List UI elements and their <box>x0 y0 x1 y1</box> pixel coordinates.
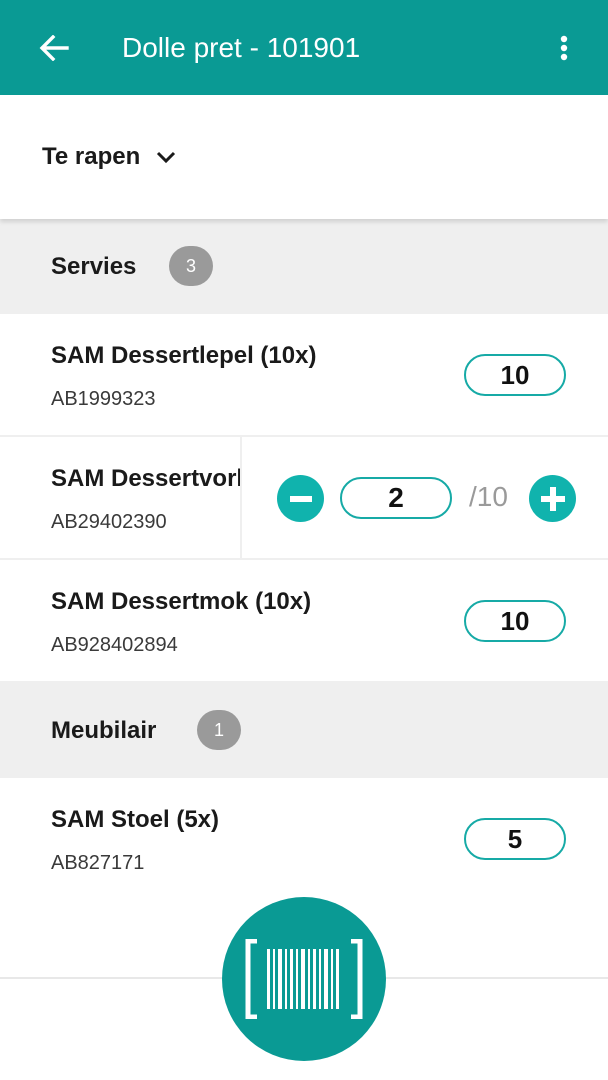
overflow-menu-button[interactable] <box>546 28 582 68</box>
back-button[interactable] <box>34 28 74 68</box>
count-badge: 1 <box>197 710 241 750</box>
quantity-editor: /10 <box>240 437 608 558</box>
app-bar: Dolle pret - 101901 <box>0 0 608 95</box>
item-code: AB29402390 <box>51 511 167 533</box>
filter-bar: Te rapen <box>0 95 608 219</box>
status-filter-dropdown[interactable]: Te rapen <box>42 143 178 171</box>
list-item[interactable]: SAM Stoel (5x) AB827171 5 <box>0 778 608 901</box>
quantity-input[interactable] <box>340 477 452 519</box>
plus-circle-icon <box>540 486 565 511</box>
item-code: AB827171 <box>51 852 145 874</box>
more-vertical-icon <box>560 35 568 61</box>
quantity-pill[interactable]: 5 <box>464 818 566 860</box>
quantity-pill[interactable]: 10 <box>464 354 566 396</box>
page-title: Dolle pret - 101901 <box>122 32 361 63</box>
count-badge: 3 <box>169 246 213 286</box>
barcode-scan-icon <box>245 939 363 1019</box>
item-code: AB1999323 <box>51 388 156 410</box>
list-item[interactable]: SAM Dessertmok (10x) AB928402894 10 <box>0 560 608 683</box>
item-list: Servies 3 SAM Dessertlepel (10x) AB19993… <box>0 219 608 901</box>
increase-button[interactable] <box>529 475 576 522</box>
minus-circle-icon <box>289 495 312 502</box>
section-header-servies: Servies 3 <box>0 219 608 314</box>
list-item-editing[interactable]: SAM Dessertvork (10x) AB29402390 /10 <box>0 437 608 560</box>
section-title: Meubilair <box>51 717 157 744</box>
chevron-down-icon <box>156 146 178 168</box>
item-name: SAM Stoel (5x) <box>51 806 220 833</box>
section-title: Servies <box>51 253 137 280</box>
filter-label: Te rapen <box>42 143 141 170</box>
scan-barcode-button[interactable] <box>222 897 386 1061</box>
list-item[interactable]: SAM Dessertlepel (10x) AB1999323 10 <box>0 314 608 437</box>
item-name: SAM Dessertmok (10x) <box>51 588 312 615</box>
item-name: SAM Dessertvork (10x) <box>51 465 240 492</box>
quantity-max-label: /10 <box>469 481 508 512</box>
section-header-meubilair: Meubilair 1 <box>0 683 608 778</box>
item-code: AB928402894 <box>51 634 178 656</box>
item-name: SAM Dessertlepel (10x) <box>51 342 317 369</box>
arrow-left-icon <box>39 35 69 61</box>
decrease-button[interactable] <box>277 475 324 522</box>
quantity-pill[interactable]: 10 <box>464 600 566 642</box>
